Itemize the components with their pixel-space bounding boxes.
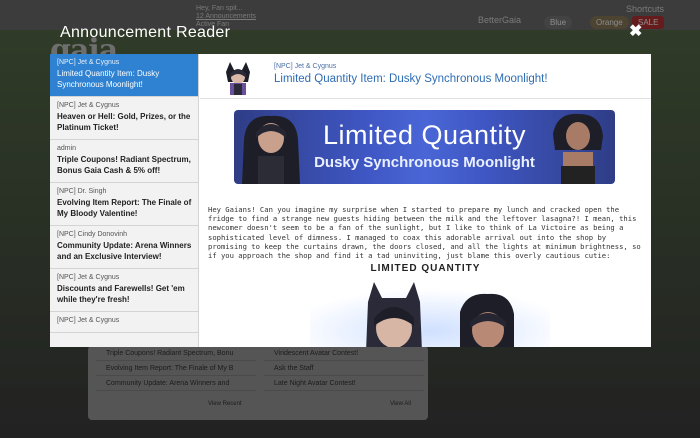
post-body: Hey Gaians! Can you imagine my surprise …: [208, 205, 641, 261]
list-item-title: Limited Quantity Item: Dusky Synchronous…: [57, 69, 160, 89]
list-item-author: [NPC] Dr. Singh: [57, 188, 107, 195]
list-item-author: admin: [57, 145, 77, 152]
list-item-author: [NPC] Jet & Cygnus: [57, 59, 120, 66]
list-item[interactable]: [NPC] Dr. Singh Evolving Item Report: Th…: [50, 183, 198, 226]
announcement-reader: [NPC] Jet & Cygnus Limited Quantity Item…: [50, 54, 651, 347]
list-item-title: Triple Coupons! Radiant Spectrum, Bonus …: [57, 155, 191, 175]
list-item-title: Discounts and Farewells! Get 'em while t…: [57, 284, 185, 304]
list-item[interactable]: [NPC] Jet & Cygnus Discounts and Farewel…: [50, 269, 198, 312]
list-item[interactable]: admin Triple Coupons! Radiant Spectrum, …: [50, 140, 198, 183]
announcement-list[interactable]: [NPC] Jet & Cygnus Limited Quantity Item…: [50, 54, 199, 347]
list-item-author: [NPC] Cindy Donovinh: [57, 231, 128, 238]
close-icon[interactable]: ✖: [629, 24, 643, 40]
list-item[interactable]: [NPC] Jet & Cygnus Limited Quantity Item…: [50, 54, 198, 97]
modal-title: Announcement Reader: [60, 24, 231, 41]
banner-heading: Limited Quantity: [322, 120, 527, 150]
list-item-author: [NPC] Jet & Cygnus: [57, 102, 120, 109]
author-avatar-icon: [226, 62, 250, 95]
announcement-content: [NPC] Jet & Cygnus Limited Quantity Item…: [200, 54, 651, 347]
list-item[interactable]: [NPC] Jet & Cygnus: [50, 312, 198, 333]
post-author: [NPC] Jet & Cygnus: [274, 63, 337, 70]
list-item-title: Community Update: Arena Winners and an E…: [57, 241, 192, 261]
list-item[interactable]: [NPC] Jet & Cygnus Heaven or Hell: Gold,…: [50, 97, 198, 140]
list-item-author: [NPC] Jet & Cygnus: [57, 317, 120, 324]
divider: [200, 98, 651, 99]
announcement-banner: Limited Quantity Dusky Synchronous Moonl…: [234, 110, 615, 184]
list-item-title: Evolving Item Report: The Finale of My B…: [57, 198, 192, 218]
post-title: Limited Quantity Item: Dusky Synchronous…: [274, 73, 548, 85]
list-item[interactable]: [NPC] Cindy Donovinh Community Update: A…: [50, 226, 198, 269]
item-preview-image: [310, 282, 550, 347]
banner-subheading: Dusky Synchronous Moonlight: [314, 154, 535, 171]
list-item-title: Heaven or Hell: Gold, Prizes, or the Pla…: [57, 112, 191, 132]
section-heading: LIMITED QUANTITY: [370, 263, 481, 274]
list-item-author: [NPC] Jet & Cygnus: [57, 274, 120, 281]
